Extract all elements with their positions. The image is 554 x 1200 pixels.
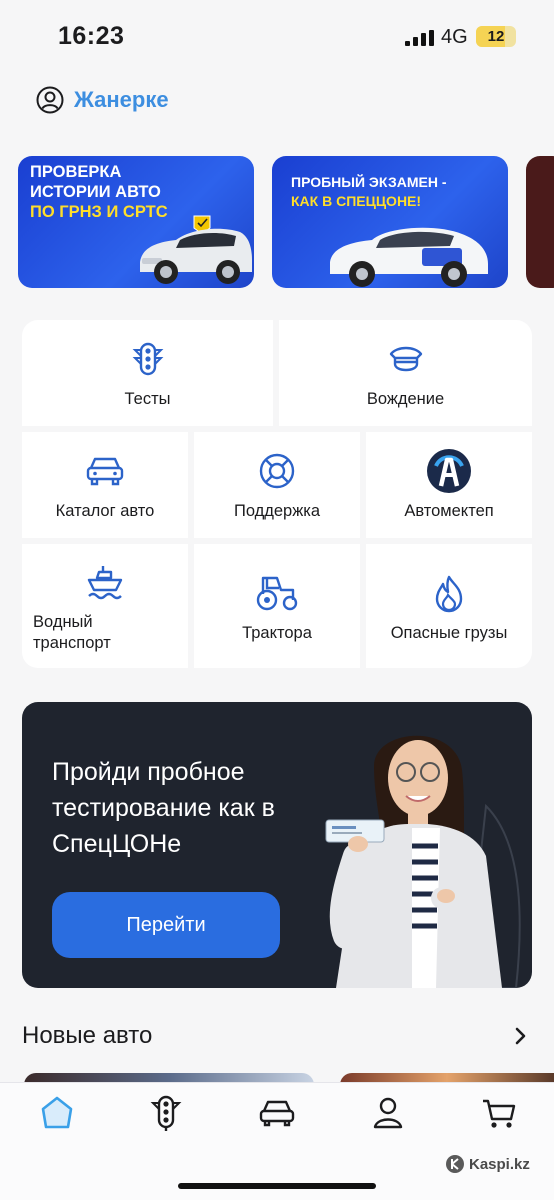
tile-tractors[interactable]: Трактора — [194, 544, 360, 668]
user-name: Жанерке — [74, 87, 169, 112]
tile-label: Вождение — [366, 390, 445, 408]
network-type: 4G — [441, 26, 468, 48]
banner-line: ИСТОРИИ АВТО — [30, 183, 161, 201]
car-icon — [86, 457, 124, 486]
tile-label-line: транспорт — [33, 634, 111, 652]
tile-label: Тесты — [124, 390, 171, 408]
kaspi-logo-icon — [446, 1155, 464, 1173]
banner-car-history[interactable]: ПРОВЕРКА ИСТОРИИ АВТО ПО ГРНЗ И СРТС — [18, 156, 254, 288]
traffic-light-icon — [132, 342, 163, 376]
user-profile-link[interactable]: Жанерке — [36, 84, 169, 116]
banner-line: ПРОБНЫЙ ЭКЗАМЕН - — [291, 174, 447, 190]
banner-partial[interactable] — [526, 156, 554, 288]
tile-car-catalog[interactable]: Каталог авто — [22, 432, 188, 538]
promo-banner: Пройди пробное тестирование как в СпецЦО… — [22, 702, 532, 988]
banner-carousel[interactable]: ПРОВЕРКА ИСТОРИИ АВТО ПО ГРНЗ И СРТС ПРО… — [18, 156, 554, 288]
user-circle-icon — [36, 86, 64, 114]
watermark-text: Kaspi.kz — [469, 1155, 530, 1173]
tile-label: Трактора — [242, 624, 312, 642]
tile-support[interactable]: Поддержка — [194, 432, 360, 538]
tile-label: Поддержка — [233, 502, 321, 520]
tile-dangerous-goods[interactable]: Опасные грузы — [366, 544, 532, 668]
home-indicator — [178, 1183, 376, 1189]
traffic-light-icon[interactable] — [146, 1093, 186, 1133]
profile-icon[interactable] — [368, 1093, 408, 1133]
ship-icon — [87, 566, 123, 600]
banner-line: ПРОВЕРКА — [30, 163, 122, 181]
app-screen: 16:23 4G 12 Жанерке ПРОВЕРКА ИСТОРИИ АВТ… — [0, 0, 554, 1200]
lifebuoy-icon — [259, 453, 295, 489]
tile-avtomektep[interactable]: Автомектеп — [366, 432, 532, 538]
tile-label: Каталог авто — [55, 502, 155, 520]
tile-label-line: Водный — [33, 613, 93, 631]
car-image — [140, 215, 252, 284]
driver-cap-icon — [389, 346, 422, 372]
section-title: Новые авто — [22, 1022, 153, 1049]
car-image — [330, 227, 488, 287]
avtomektep-logo-icon — [427, 449, 471, 493]
signal-icon — [405, 30, 434, 46]
tile-driving[interactable]: Вождение — [279, 320, 532, 426]
home-icon[interactable] — [37, 1093, 77, 1133]
tile-tests[interactable]: Тесты — [22, 320, 273, 426]
new-cars-section-header[interactable]: Новые авто — [22, 1022, 532, 1052]
chevron-right-icon[interactable] — [514, 1026, 528, 1046]
flame-icon — [435, 575, 463, 613]
tile-water-transport[interactable]: Водный транспорт — [22, 544, 188, 668]
kaspi-watermark: Kaspi.kz — [445, 1154, 530, 1174]
tile-label: Водный транспорт — [22, 612, 188, 654]
battery-percent: 12 — [487, 28, 505, 45]
tractor-icon — [256, 576, 298, 611]
banner-trial-exam[interactable]: ПРОБНЫЙ ЭКЗАМЕН - КАК В СПЕЦЦОНЕ! — [272, 156, 508, 288]
banner-trial-exam-title: ПРОБНЫЙ ЭКЗАМЕН - КАК В СПЕЦЦОНЕ! — [291, 173, 447, 211]
car-icon[interactable] — [257, 1093, 297, 1133]
tile-label: Автомектеп — [404, 502, 494, 520]
cart-icon[interactable] — [479, 1093, 519, 1133]
person-illustration — [325, 735, 521, 988]
battery-indicator: 12 — [476, 26, 516, 47]
status-time: 16:23 — [58, 22, 125, 50]
promo-title: Пройди пробное тестирование как в СпецЦО… — [52, 758, 275, 858]
status-bar: 16:23 4G 12 — [0, 0, 554, 70]
promo-go-button[interactable]: Перейти — [52, 892, 280, 958]
tile-label: Опасные грузы — [390, 624, 508, 642]
